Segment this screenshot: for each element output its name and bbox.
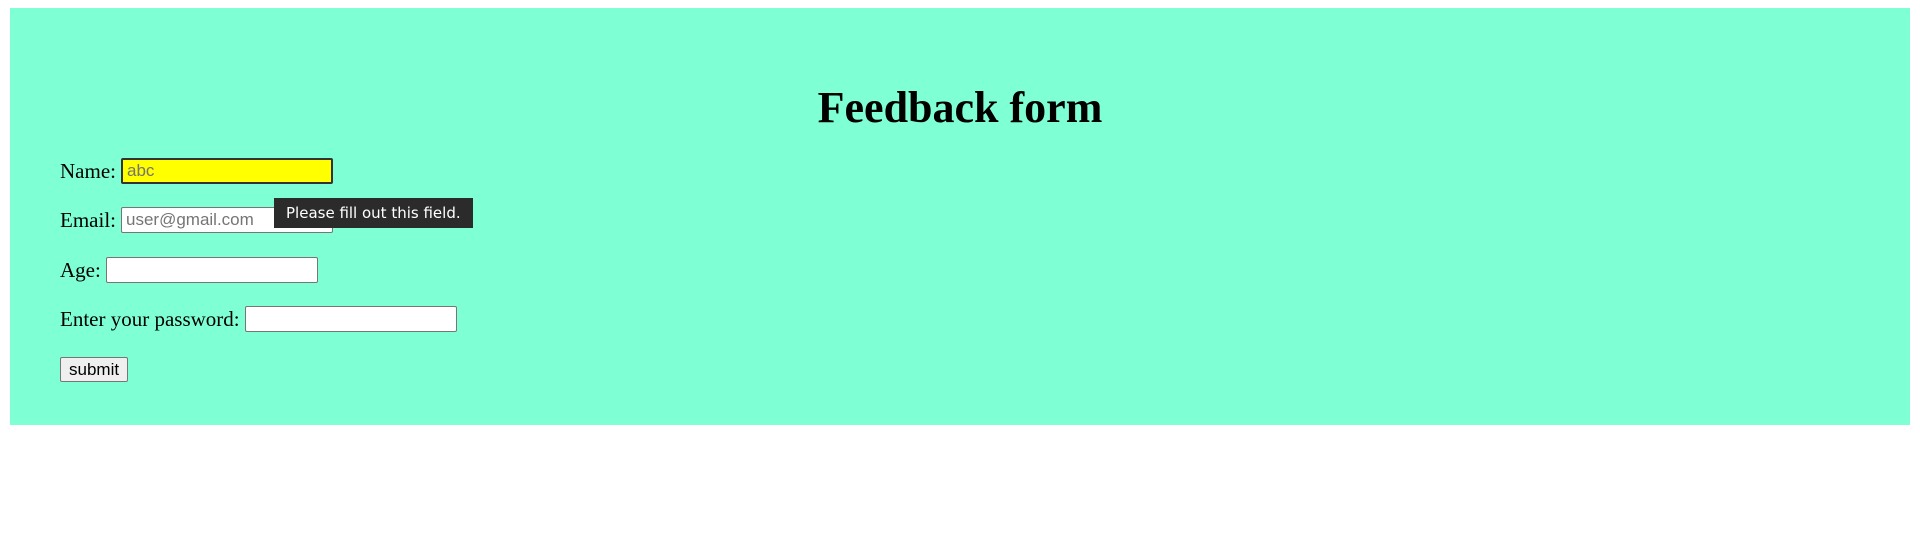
- name-row: Name:: [60, 158, 333, 184]
- password-row: Enter your password:: [60, 306, 457, 332]
- age-input[interactable]: [105, 257, 318, 283]
- age-label: Age:: [60, 257, 101, 282]
- password-input[interactable]: [244, 306, 457, 332]
- email-label: Email:: [60, 207, 116, 232]
- name-label: Name:: [60, 158, 116, 183]
- form-panel: Feedback form Name: Email: Age: Enter yo…: [10, 8, 1910, 425]
- page-title: Feedback form: [817, 83, 1103, 132]
- password-label: Enter your password:: [60, 306, 240, 331]
- name-input[interactable]: [120, 158, 333, 184]
- validation-tooltip: Please fill out this field.: [274, 198, 473, 228]
- submit-button[interactable]: submit: [60, 357, 129, 382]
- age-row: Age:: [60, 257, 318, 283]
